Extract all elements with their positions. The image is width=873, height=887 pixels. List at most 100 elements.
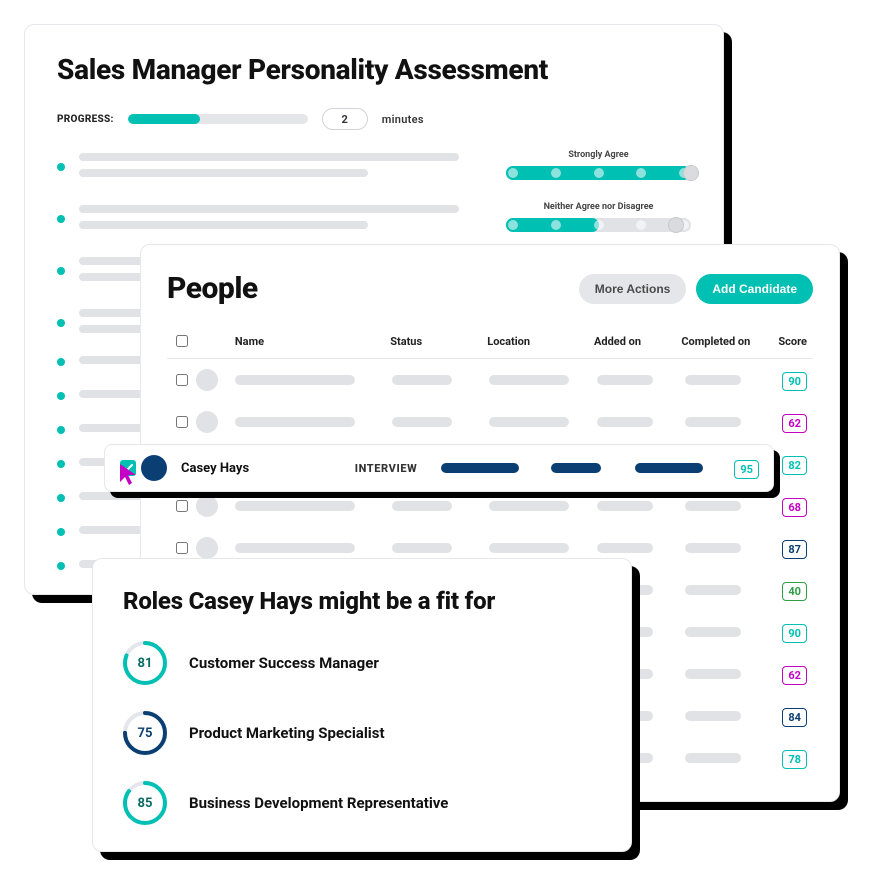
question-text-placeholder xyxy=(79,205,492,229)
status-placeholder xyxy=(392,417,452,427)
score-badge: 90 xyxy=(782,624,807,643)
role-score-ring: 81 xyxy=(123,641,167,685)
row-checkbox[interactable] xyxy=(176,374,188,386)
name-placeholder xyxy=(235,501,355,511)
role-title: Business Development Representative xyxy=(189,794,448,812)
question-dot xyxy=(57,528,65,536)
col-score: Score xyxy=(778,335,813,348)
col-name: Name xyxy=(235,335,390,348)
role-score: 85 xyxy=(123,781,167,825)
name-placeholder xyxy=(235,375,355,385)
select-all-checkbox[interactable] xyxy=(176,335,188,347)
col-added-on: Added on xyxy=(594,335,681,348)
likert-slider[interactable] xyxy=(506,166,691,180)
question-dot xyxy=(57,392,65,400)
role-item[interactable]: 81 Customer Success Manager xyxy=(123,641,601,685)
role-title: Customer Success Manager xyxy=(189,654,379,672)
candidate-location-placeholder xyxy=(441,463,519,473)
score-badge: 78 xyxy=(782,750,807,769)
question-dot xyxy=(57,358,65,366)
name-placeholder xyxy=(235,417,355,427)
role-title: Product Marketing Specialist xyxy=(189,724,385,742)
candidate-name: Casey Hays xyxy=(181,461,331,476)
completed-placeholder xyxy=(685,417,741,427)
candidate-status: INTERVIEW xyxy=(331,462,441,475)
question-dot xyxy=(57,426,65,434)
question-dot xyxy=(57,494,65,502)
progress-label: PROGRESS: xyxy=(57,114,114,125)
row-checkbox[interactable] xyxy=(176,416,188,428)
question-text-placeholder xyxy=(79,153,492,177)
roles-title: Roles Casey Hays might be a fit for xyxy=(123,587,601,615)
question-dot xyxy=(57,215,65,223)
add-candidate-button[interactable]: Add Candidate xyxy=(696,274,813,304)
assessment-progress: PROGRESS: 2 minutes xyxy=(57,108,691,130)
status-placeholder xyxy=(392,543,452,553)
table-row[interactable]: 90 xyxy=(167,359,813,401)
completed-placeholder xyxy=(685,753,741,763)
status-placeholder xyxy=(392,375,452,385)
role-item[interactable]: 85 Business Development Representative xyxy=(123,781,601,825)
avatar xyxy=(196,537,218,559)
completed-placeholder xyxy=(685,501,741,511)
progress-bar xyxy=(128,114,308,124)
score-badge: 68 xyxy=(782,498,807,517)
added-placeholder xyxy=(597,375,653,385)
row-checkbox[interactable] xyxy=(176,542,188,554)
completed-placeholder xyxy=(685,543,741,553)
avatar xyxy=(196,411,218,433)
score-badge: 90 xyxy=(782,372,807,391)
candidate-score: 95 xyxy=(734,460,759,479)
col-location: Location xyxy=(487,335,594,348)
assessment-title: Sales Manager Personality Assessment xyxy=(57,53,691,86)
completed-placeholder xyxy=(685,585,741,595)
name-placeholder xyxy=(235,543,355,553)
role-score: 81 xyxy=(123,641,167,685)
added-placeholder xyxy=(597,543,653,553)
minutes-label: minutes xyxy=(382,113,424,126)
question-dot xyxy=(57,267,65,275)
minutes-value[interactable]: 2 xyxy=(322,108,368,130)
col-completed-on: Completed on xyxy=(681,335,778,348)
score-badge: 82 xyxy=(782,456,807,475)
question-dot xyxy=(57,163,65,171)
slider-label: Neither Agree nor Disagree xyxy=(544,202,654,212)
status-placeholder xyxy=(392,501,452,511)
people-title: People xyxy=(167,271,258,306)
likert-slider[interactable] xyxy=(506,218,691,232)
location-placeholder xyxy=(489,417,569,427)
question-dot xyxy=(57,460,65,468)
score-badge: 87 xyxy=(782,540,807,559)
col-status: Status xyxy=(390,335,487,348)
avatar xyxy=(196,495,218,517)
completed-placeholder xyxy=(685,627,741,637)
slider-label: Strongly Agree xyxy=(568,150,628,160)
table-row[interactable]: 62 xyxy=(167,401,813,443)
location-placeholder xyxy=(489,375,569,385)
role-score-ring: 75 xyxy=(123,711,167,755)
avatar xyxy=(196,369,218,391)
candidate-completed-placeholder xyxy=(635,463,703,473)
question-dot xyxy=(57,319,65,327)
role-item[interactable]: 75 Product Marketing Specialist xyxy=(123,711,601,755)
role-score-ring: 85 xyxy=(123,781,167,825)
completed-placeholder xyxy=(685,669,741,679)
more-actions-button[interactable]: More Actions xyxy=(579,274,687,304)
score-badge: 62 xyxy=(782,666,807,685)
candidate-added-placeholder xyxy=(551,463,601,473)
score-badge: 62 xyxy=(782,414,807,433)
completed-placeholder xyxy=(685,375,741,385)
completed-placeholder xyxy=(685,711,741,721)
row-checkbox[interactable] xyxy=(176,500,188,512)
added-placeholder xyxy=(597,417,653,427)
score-badge: 84 xyxy=(782,708,807,727)
location-placeholder xyxy=(489,501,569,511)
highlighted-candidate-row[interactable]: Casey Hays INTERVIEW 95 xyxy=(104,444,774,492)
candidate-avatar xyxy=(141,455,167,481)
location-placeholder xyxy=(489,543,569,553)
roles-card: Roles Casey Hays might be a fit for 81 C… xyxy=(92,558,632,852)
people-table-header: Name Status Location Added on Completed … xyxy=(167,322,813,359)
added-placeholder xyxy=(597,501,653,511)
role-score: 75 xyxy=(123,711,167,755)
score-badge: 40 xyxy=(782,582,807,601)
